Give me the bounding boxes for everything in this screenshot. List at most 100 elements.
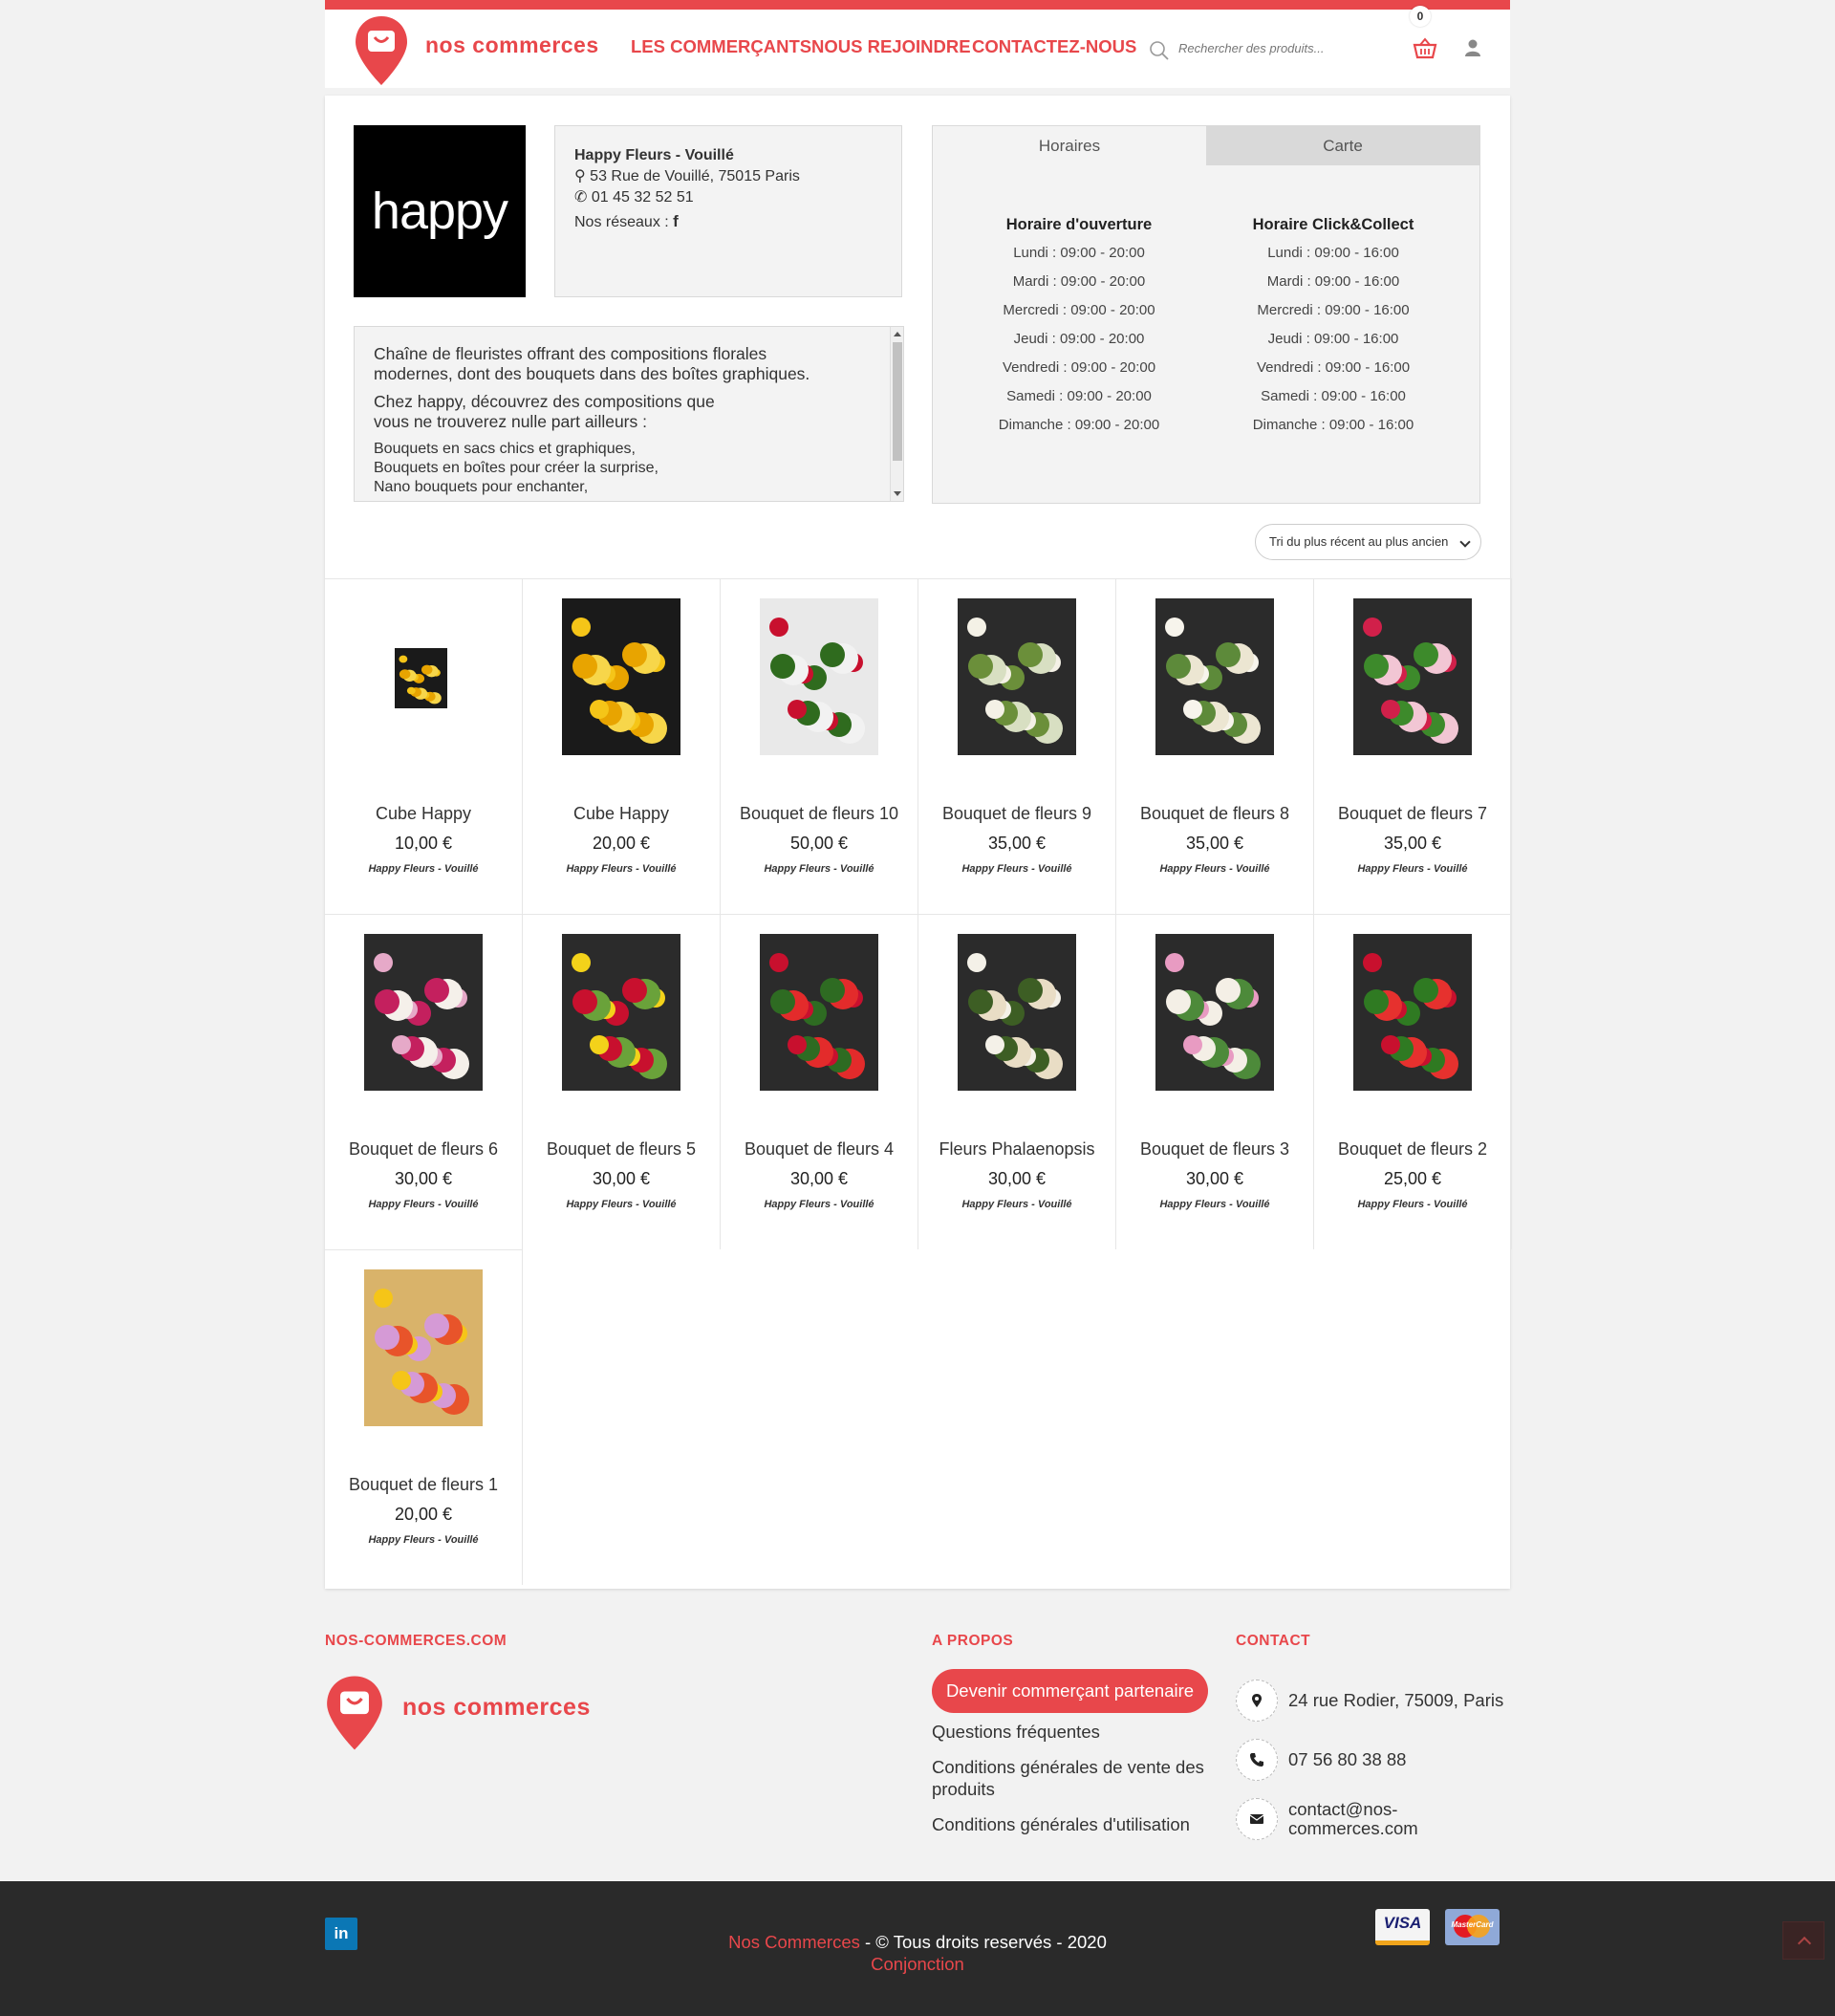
opening-hours-col: Horaire d'ouverture Lundi : 09:00 - 20:0… (952, 210, 1206, 440)
scroll-thumb[interactable] (893, 342, 902, 461)
product-name[interactable]: Bouquet de fleurs 1 (325, 1475, 522, 1495)
copyright: Nos Commerces - © Tous droits reservés -… (0, 1931, 1835, 1975)
product-shop: Happy Fleurs - Vouillé (1357, 863, 1468, 875)
map-marker-icon (1252, 1694, 1262, 1707)
product-name[interactable]: Bouquet de fleurs 9 (918, 804, 1115, 824)
product-card[interactable]: Bouquet de fleurs 8 35,00 € Happy Fleurs -… (1116, 578, 1314, 914)
scroll-down-icon[interactable] (894, 491, 901, 496)
product-shop: Happy Fleurs - Vouillé (961, 863, 1072, 875)
product-name[interactable]: Bouquet de fleurs 8 (1116, 804, 1313, 824)
nav-les-commercants[interactable]: LES COMMERÇANTS (631, 36, 811, 57)
faq-link[interactable]: Questions fréquentes (932, 1721, 1100, 1743)
become-partner-button[interactable]: Devenir commerçant partenaire (932, 1669, 1208, 1713)
footer-about-title: A PROPOS (932, 1633, 1014, 1649)
contact-email[interactable]: contact@nos-commerces.com (1288, 1800, 1432, 1838)
product-image[interactable] (1353, 598, 1472, 755)
product-name[interactable]: Fleurs Phalaenopsis (918, 1139, 1115, 1160)
opening-hours-row: Dimanche : 09:00 - 20:00 (998, 417, 1160, 433)
nav-contactez-nous[interactable]: CONTACTEZ-NOUS (972, 36, 1136, 57)
product-price: 50,00 € (789, 834, 849, 853)
tab-carte[interactable]: Carte (1206, 126, 1479, 165)
product-name[interactable]: Bouquet de fleurs 2 (1314, 1139, 1511, 1160)
product-image[interactable] (364, 1269, 483, 1426)
product-name[interactable]: Cube Happy (523, 804, 720, 824)
clickcollect-hours-row: Mercredi : 09:00 - 16:00 (1257, 302, 1410, 318)
scroll-up-icon[interactable] (894, 332, 901, 336)
product-shop: Happy Fleurs - Vouillé (764, 1199, 874, 1210)
shop-description[interactable]: Chaîne de fleuristes offrant des composi… (354, 326, 904, 502)
product-name[interactable]: Bouquet de fleurs 6 (325, 1139, 522, 1160)
opening-hours-title: Horaire d'ouverture (1005, 216, 1153, 233)
basket-icon[interactable] (1413, 37, 1437, 60)
product-name[interactable]: Bouquet de fleurs 10 (721, 804, 918, 824)
contact-email-icon-wrap (1236, 1798, 1278, 1840)
opening-hours-row: Lundi : 09:00 - 20:00 (1013, 245, 1145, 261)
footer-logo-pin-icon[interactable] (325, 1674, 384, 1752)
cgu-link[interactable]: Conditions générales d'utilisation (932, 1813, 1190, 1835)
tab-horaires[interactable]: Horaires (933, 126, 1206, 165)
logo-pin-icon[interactable] (354, 14, 409, 87)
shop-phone: 01 45 32 52 51 (591, 189, 694, 206)
product-card[interactable]: Bouquet de fleurs 2 25,00 € Happy Fleurs -… (1314, 914, 1512, 1249)
product-name[interactable]: Bouquet de fleurs 7 (1314, 804, 1511, 824)
product-card[interactable]: Bouquet de fleurs 4 30,00 € Happy Fleurs -… (721, 914, 918, 1249)
product-price: 30,00 € (1185, 1169, 1244, 1188)
product-image[interactable] (562, 934, 680, 1091)
product-card[interactable]: Bouquet de fleurs 7 35,00 € Happy Fleurs -… (1314, 578, 1512, 914)
facebook-icon[interactable]: f (673, 212, 679, 230)
product-price: 30,00 € (789, 1169, 849, 1188)
product-card[interactable]: Bouquet de fleurs 5 30,00 € Happy Fleurs -… (523, 914, 721, 1249)
footer-logo-text[interactable]: nos commerces (402, 1694, 591, 1722)
product-shop: Happy Fleurs - Vouillé (566, 1199, 677, 1210)
product-image[interactable] (1155, 934, 1274, 1091)
product-card[interactable]: Cube Happy 10,00 € Happy Fleurs - Vouillé (325, 578, 523, 914)
product-price: 35,00 € (1383, 834, 1442, 853)
product-image[interactable] (760, 598, 878, 755)
opening-hours-row: Jeudi : 09:00 - 20:00 (1013, 331, 1145, 347)
product-card[interactable]: Bouquet de fleurs 9 35,00 € Happy Fleurs -… (918, 578, 1116, 914)
product-image[interactable] (760, 934, 878, 1091)
product-image[interactable] (562, 598, 680, 755)
footer-site-title: NOS-COMMERCES.COM (325, 1633, 507, 1649)
product-name[interactable]: Bouquet de fleurs 5 (523, 1139, 720, 1160)
product-name[interactable]: Cube Happy (325, 804, 522, 824)
product-name[interactable]: Bouquet de fleurs 4 (721, 1139, 918, 1160)
product-card[interactable]: Bouquet de fleurs 1 20,00 € Happy Fleurs -… (325, 1249, 523, 1585)
credit-link[interactable]: Conjonction (871, 1954, 964, 1974)
product-card[interactable]: Bouquet de fleurs 3 30,00 € Happy Fleurs -… (1116, 914, 1314, 1249)
product-image[interactable] (958, 934, 1076, 1091)
user-icon[interactable] (1464, 38, 1481, 57)
logo-text[interactable]: nos commerces (425, 33, 599, 58)
product-card[interactable]: Cube Happy 20,00 € Happy Fleurs - Vouillé (523, 578, 721, 914)
product-card[interactable]: Fleurs Phalaenopsis 30,00 € Happy Fleurs -… (918, 914, 1116, 1249)
product-card[interactable]: Bouquet de fleurs 6 30,00 € Happy Fleurs -… (325, 914, 523, 1249)
product-image[interactable] (364, 934, 483, 1091)
nav-nous-rejoindre[interactable]: NOUS REJOINDRE (811, 36, 971, 57)
description-list-item: Bouquets en sacs chics et graphiques, (374, 441, 636, 457)
description-list-item: Bouquets en boîtes pour créer la surpris… (374, 460, 658, 476)
product-image[interactable] (1353, 934, 1472, 1091)
shop-info-box: Happy Fleurs - Vouillé ⚲ 53 Rue de Vouil… (554, 125, 902, 297)
product-image[interactable] (958, 598, 1076, 755)
search-icon[interactable] (1149, 40, 1170, 61)
cgv-link[interactable]: Conditions générales de vente des produi… (932, 1756, 1209, 1800)
search-input[interactable]: Rechercher des produits... (1178, 41, 1324, 55)
clickcollect-hours-col: Horaire Click&Collect Lundi : 09:00 - 16… (1206, 210, 1460, 440)
product-image[interactable] (1155, 598, 1274, 755)
product-image[interactable] (395, 648, 447, 708)
sort-select[interactable]: Tri du plus récent au plus ancien (1255, 524, 1481, 560)
product-shop: Happy Fleurs - Vouillé (764, 863, 874, 875)
chevron-down-icon (1459, 536, 1471, 548)
back-to-top-button[interactable] (1782, 1921, 1824, 1960)
product-shop: Happy Fleurs - Vouillé (566, 863, 677, 875)
description-scrollbar[interactable] (890, 327, 903, 501)
contact-phone[interactable]: 07 56 80 38 88 (1288, 1750, 1406, 1769)
description-para-2: Chez happy, découvrez des compositions q… (374, 392, 715, 431)
product-card[interactable]: Bouquet de fleurs 10 50,00 € Happy Fleurs … (721, 578, 918, 914)
product-price: 30,00 € (394, 1169, 453, 1188)
copyright-brand-link[interactable]: Nos Commerces (728, 1932, 860, 1952)
phone-icon: ✆ (574, 189, 588, 206)
product-name[interactable]: Bouquet de fleurs 3 (1116, 1139, 1313, 1160)
product-price: 30,00 € (987, 1169, 1047, 1188)
shop-phone-row: ✆ 01 45 32 52 51 (574, 187, 882, 208)
